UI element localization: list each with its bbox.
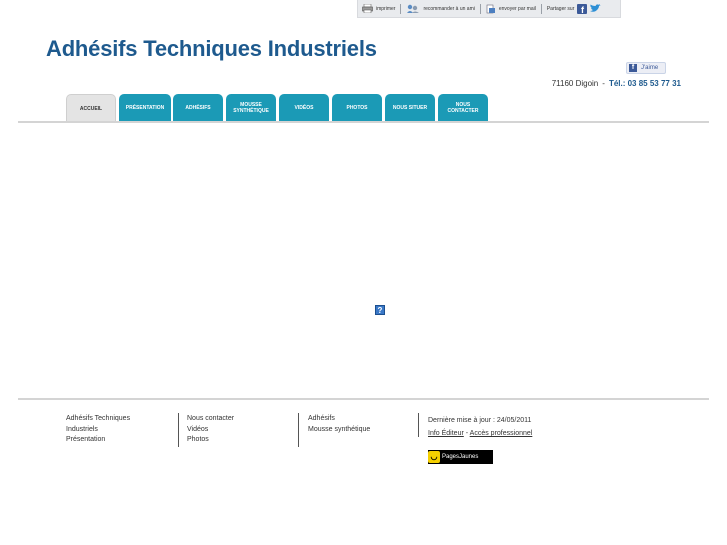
email-link[interactable]: envoyer par mail [486,4,536,14]
footer-link-videos[interactable]: Vidéos [187,425,234,436]
phone-number: Tél.: 03 85 53 77 31 [608,79,681,88]
footer-col-2: Nous contacter Vidéos Photos [187,414,234,446]
pages-jaunes-badge[interactable]: ◡ PagesJaunes [428,450,493,464]
footer-link-presentation[interactable]: Présentation [66,435,130,446]
tab-nous-contacter[interactable]: Nous contacter [438,94,488,122]
tab-label: Photos [346,105,368,111]
tab-photos[interactable]: Photos [332,94,382,122]
recommend-icon [407,4,420,13]
tab-label: Vidéos [294,105,314,111]
tab-label: Présentation [125,105,165,111]
share-label: Partager sur [546,5,575,12]
footer-separator [178,413,179,447]
city: 71160 Digoin [551,79,599,88]
recommend-label: recommander à un ami [423,5,475,12]
contact-separator: - [602,79,605,88]
tab-label: Adhésifs [185,105,211,111]
tab-accueil[interactable]: Accueil [66,94,116,122]
nav-divider [18,121,709,123]
footer-link-nous-contacter[interactable]: Nous contacter [187,414,234,425]
share-toolbar: imprimer recommander à un ami envoyer pa… [357,0,621,18]
email-label: envoyer par mail [498,5,536,12]
info-editor-link[interactable]: Info Éditeur [428,430,464,437]
footer-link-adhesifs-techniques[interactable]: Adhésifs Techniques [66,414,130,425]
last-update: Dernière mise à jour : 24/05/2011 [428,417,532,424]
tab-label: Accueil [79,105,103,112]
email-icon [486,4,495,13]
tab-presentation[interactable]: Présentation [119,94,171,122]
tab-label: Mousse synthétique [233,102,269,114]
facebook-icon: f [629,64,637,72]
like-label: J'aime [641,65,659,71]
tab-adhesifs[interactable]: Adhésifs [173,94,223,122]
footer-link-mousse-synthetique[interactable]: Mousse synthétique [308,425,370,436]
site-title[interactable]: Adhésifs Techniques Industriels [46,36,377,62]
footer-link-photos[interactable]: Photos [187,435,234,446]
footer-col-1: Adhésifs Techniques Industriels Présenta… [66,414,130,446]
footer-divider [18,398,709,400]
printer-icon [362,4,373,13]
footer-col-4: Dernière mise à jour : 24/05/2011 Info É… [428,414,532,440]
contact-info: 71160 Digoin - Tél.: 03 85 53 77 31 [552,79,681,88]
tab-label: Nous situer [392,105,428,111]
tab-nous-situer[interactable]: Nous situer [385,94,435,122]
recommend-link[interactable]: recommander à un ami [406,4,475,13]
footer-link-adhesifs[interactable]: Adhésifs [308,414,370,425]
footer-link-industriels[interactable]: Industriels [66,425,130,436]
footer-separator [298,413,299,447]
tab-label: Nous contacter [447,102,479,114]
toolbar-divider [479,3,481,14]
toolbar-divider [540,3,542,14]
footer-col-3: Adhésifs Mousse synthétique [308,414,370,435]
pages-jaunes-label: PagesJaunes [442,454,479,460]
footer-separator [418,413,419,437]
facebook-icon[interactable]: f [577,3,588,14]
toolbar-divider [400,3,402,14]
pro-access-link[interactable]: Accès professionnel [470,430,533,437]
footer-link-separator: - [465,430,469,437]
tab-mousse-synthetique[interactable]: Mousse synthétique [226,94,276,122]
print-link[interactable]: imprimer [362,4,395,13]
facebook-like-button[interactable]: f J'aime [626,62,666,74]
tab-videos[interactable]: Vidéos [279,94,329,122]
missing-plugin-icon[interactable]: ? [375,305,385,315]
print-label: imprimer [376,5,396,12]
twitter-icon[interactable] [590,4,602,13]
smiley-icon: ◡ [428,451,440,463]
